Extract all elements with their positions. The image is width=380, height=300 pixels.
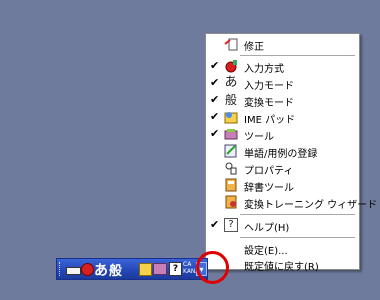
menu-item-tool[interactable]: ✔ ツール [206, 126, 359, 143]
menu-item-label: 既定値に戻す(R) [244, 262, 319, 273]
menu-item-edit[interactable]: 修正 [206, 36, 359, 53]
menu-item-conversion-mode[interactable]: ✔ 般 変換モード [206, 92, 359, 109]
grip-handle[interactable] [59, 262, 63, 276]
ime-pad-icon[interactable] [139, 263, 152, 276]
menu-separator [240, 214, 355, 215]
menu-item-label: プロパティ [244, 166, 294, 177]
input-method-icon [224, 59, 238, 73]
menu-item-word-register[interactable]: 単語/用例の登録 [206, 143, 359, 160]
checkmark-icon: ✔ [210, 76, 220, 89]
keyboard-icon[interactable] [66, 267, 81, 275]
checkmark-icon: ✔ [210, 110, 220, 123]
menu-separator [240, 237, 355, 238]
menu-item-label: 入力方式 [244, 64, 284, 75]
menu-item-input-mode[interactable]: ✔ あ 入力モード [206, 75, 359, 93]
conversion-mode-button[interactable]: 般 [109, 260, 122, 279]
menu-separator [240, 55, 355, 56]
hiragana-a-icon: あ [224, 75, 238, 90]
word-register-icon [224, 144, 238, 158]
edit-icon [224, 37, 238, 51]
tool-book-icon[interactable] [153, 263, 167, 275]
ime-context-menu: 修正 ✔ 入力方式 ✔ あ 入力モード ✔ 般 変換モード ✔ IME パッド … [205, 33, 377, 273]
menu-item-restore-defaults[interactable]: 既定値に戻す(R) [206, 256, 359, 273]
properties-icon [224, 161, 238, 175]
training-wizard-icon [224, 195, 238, 209]
menu-item-label: 入力モード [244, 81, 294, 92]
menu-item-training-wizard[interactable]: 変換トレーニング ウィザード [206, 194, 377, 211]
checkmark-icon: ✔ [210, 127, 220, 140]
menu-item-label: 単語/用例の登録 [244, 149, 318, 160]
dictionary-tool-icon [224, 178, 238, 192]
menu-item-label: 変換トレーニング ウィザード [244, 200, 378, 211]
menu-item-dictionary-tool[interactable]: 辞書ツール [206, 177, 359, 194]
checkmark-icon: ✔ [210, 218, 220, 231]
help-icon: ? [224, 218, 238, 232]
checkmark-icon: ✔ [210, 59, 220, 72]
language-bar: あ 般 ? CA KANA ▾ [56, 258, 208, 280]
checkmark-icon: ✔ [210, 93, 220, 106]
menu-item-label: 修正 [244, 42, 264, 53]
menu-item-input-method[interactable]: ✔ 入力方式 [206, 58, 359, 75]
input-method-icon[interactable] [81, 263, 94, 276]
menu-item-label: 変換モード [244, 98, 294, 109]
menu-item-label: 辞書ツール [244, 183, 294, 194]
menu-item-ime-pad[interactable]: ✔ IME パッド [206, 109, 359, 126]
help-icon[interactable]: ? [169, 262, 182, 276]
highlight-circle [196, 251, 229, 284]
menu-item-properties[interactable]: プロパティ [206, 160, 359, 177]
menu-item-label: 設定(E)... [244, 246, 288, 257]
menu-item-label: ツール [244, 132, 274, 143]
menu-item-help[interactable]: ✔ ? ヘルプ(H) [206, 217, 359, 234]
menu-item-settings[interactable]: 設定(E)... [206, 240, 359, 257]
conversion-kanji-icon: 般 [224, 93, 237, 107]
ime-pad-icon [224, 110, 238, 124]
menu-item-label: ヘルプ(H) [244, 223, 290, 234]
tool-book-icon [224, 127, 238, 141]
menu-item-label: IME パッド [244, 115, 296, 126]
caps-label: CA [183, 261, 192, 268]
input-mode-button[interactable]: あ [94, 260, 108, 280]
